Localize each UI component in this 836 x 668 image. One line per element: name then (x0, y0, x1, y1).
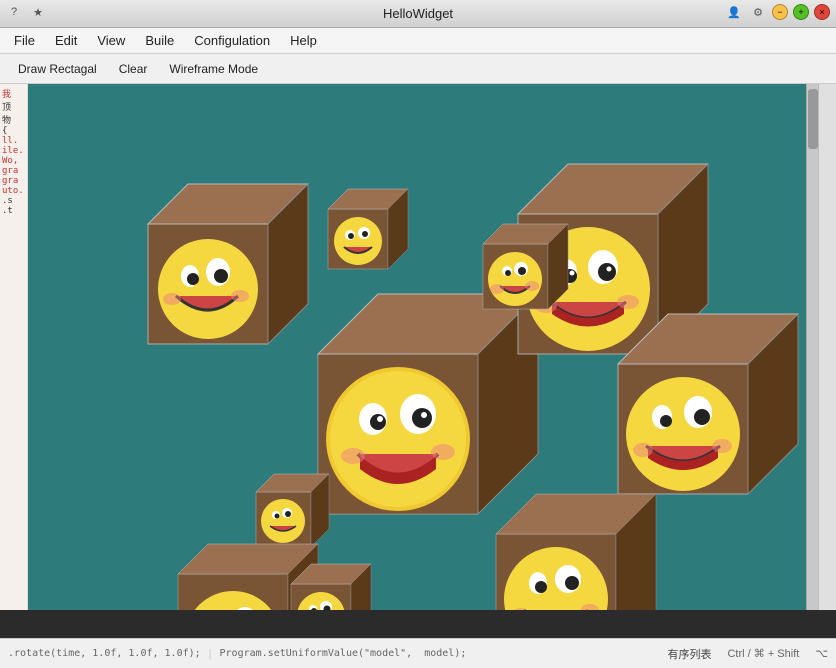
wireframe-mode-button[interactable]: Wireframe Mode (159, 59, 268, 79)
main-content: 我 顶 物 { ll. ile. Wo, gra gra uto. .s .t (0, 84, 836, 610)
left-code-10: uto. (2, 186, 25, 196)
star-icon[interactable]: ★ (30, 4, 46, 20)
draw-rectagal-button[interactable]: Draw Rectagal (8, 59, 107, 79)
left-code-7: Wo, (2, 156, 25, 166)
bottom-shortcut: Ctrl / ⌘ + Shift (727, 647, 799, 660)
menu-configulation[interactable]: Configulation (184, 30, 280, 51)
gl-viewport (28, 84, 818, 610)
title-bar: ? ★ HelloWidget − + × 👤 ⚙ (0, 0, 836, 28)
close-button[interactable]: × (814, 4, 830, 20)
right-sidebar (818, 84, 836, 610)
cubes-svg (28, 84, 818, 610)
bottom-list-label: 有序列表 (667, 646, 711, 662)
window-title: HelloWidget (383, 6, 453, 21)
left-code-3: 物 (2, 113, 25, 126)
maximize-button[interactable]: + (793, 4, 809, 20)
left-code-8: gra (2, 166, 25, 176)
viewport-scrollbar[interactable] (806, 84, 818, 610)
question-icon[interactable]: ? (6, 4, 22, 20)
menu-edit[interactable]: Edit (45, 30, 87, 51)
menu-view[interactable]: View (87, 30, 135, 51)
left-code-9: gra (2, 176, 25, 186)
bottom-code-right: Program.setUniformValue("model", model); (220, 648, 467, 659)
bottom-code-left: .rotate(time, 1.0f, 1.0f, 1.0f); (8, 648, 201, 659)
gear-icon[interactable]: ⚙ (750, 4, 766, 20)
left-code-11: .s (2, 196, 25, 206)
minimize-button[interactable]: − (772, 4, 788, 20)
menu-file[interactable]: File (4, 30, 45, 51)
menu-buile[interactable]: Buile (135, 30, 184, 51)
left-code-2: 顶 (2, 100, 25, 113)
toolbar: Draw Rectagal Clear Wireframe Mode (0, 54, 836, 84)
left-code-1: 我 (2, 87, 25, 100)
window-controls: − + × (772, 4, 830, 20)
bottom-alt-key: ⌥ (815, 647, 828, 660)
left-code-4: { (2, 126, 25, 136)
menu-help[interactable]: Help (280, 30, 327, 51)
menu-bar: File Edit View Buile Configulation Help (0, 28, 836, 54)
left-code-6: ile. (2, 146, 25, 156)
user-icon[interactable]: 👤 (726, 4, 742, 20)
bottom-bar: .rotate(time, 1.0f, 1.0f, 1.0f); | Progr… (0, 638, 836, 668)
left-code-5: ll. (2, 136, 25, 146)
clear-button[interactable]: Clear (109, 59, 158, 79)
left-code-12: .t (2, 206, 25, 216)
window-icons-left: ? ★ (6, 4, 46, 20)
